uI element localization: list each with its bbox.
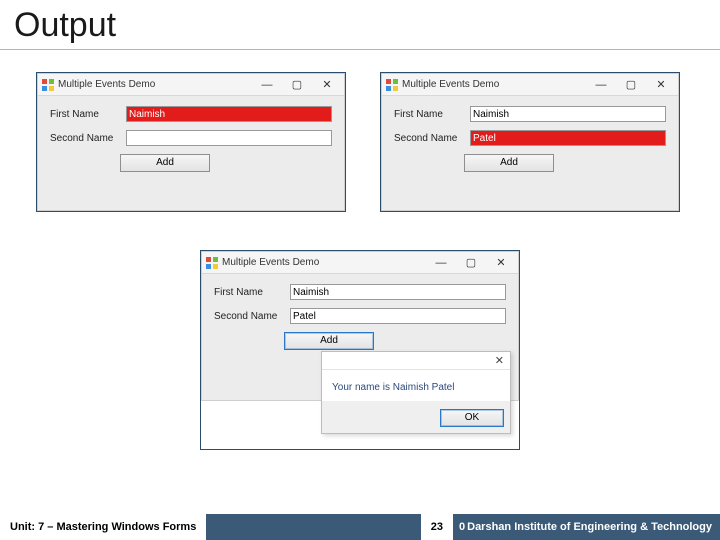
maximize-button[interactable]: ▢ (618, 78, 644, 91)
close-button[interactable]: ✕ (314, 78, 340, 91)
first-name-row: First Name Naimish (50, 106, 332, 122)
second-name-input[interactable]: Patel (290, 308, 506, 324)
close-icon[interactable]: ✕ (495, 354, 504, 367)
second-name-label: Second Name (394, 133, 464, 144)
window-title: Multiple Events Demo (58, 79, 250, 90)
add-button[interactable]: Add (120, 154, 210, 172)
titlebar: Multiple Events Demo — ▢ ✕ (202, 252, 518, 274)
form-body: First Name Naimish Second Name Add (38, 96, 344, 210)
second-name-input[interactable]: Patel (470, 130, 666, 146)
maximize-button[interactable]: ▢ (284, 78, 310, 91)
first-name-label: First Name (214, 287, 284, 298)
screenshots-area: Multiple Events Demo — ▢ ✕ First Name Na… (0, 50, 720, 490)
footer-zero: 0 (459, 521, 465, 533)
first-name-row: First Name Naimish (214, 284, 506, 300)
window-title: Multiple Events Demo (222, 257, 424, 268)
minimize-button[interactable]: — (254, 79, 280, 91)
messagebox-footer: OK (322, 401, 510, 433)
window-title: Multiple Events Demo (402, 79, 584, 90)
first-name-row: First Name Naimish (394, 106, 666, 122)
screenshot-1: Multiple Events Demo — ▢ ✕ First Name Na… (36, 72, 346, 212)
add-button[interactable]: Add (284, 332, 374, 350)
titlebar: Multiple Events Demo — ▢ ✕ (38, 74, 344, 96)
messagebox: ✕ Your name is Naimish Patel OK (321, 351, 511, 434)
first-name-input[interactable]: Naimish (290, 284, 506, 300)
messagebox-text: Your name is Naimish Patel (322, 370, 510, 401)
winforms-app-icon (206, 257, 218, 269)
footer-page-number: 23 (421, 514, 453, 540)
close-button[interactable]: ✕ (488, 256, 514, 269)
second-name-row: Second Name (50, 130, 332, 146)
first-name-input[interactable]: Naimish (126, 106, 332, 122)
screenshot-3: Multiple Events Demo — ▢ ✕ First Name Na… (200, 250, 520, 450)
second-name-label: Second Name (214, 311, 284, 322)
messagebox-titlebar: ✕ (322, 352, 510, 370)
minimize-button[interactable]: — (428, 257, 454, 269)
maximize-button[interactable]: ▢ (458, 256, 484, 269)
first-name-label: First Name (394, 109, 464, 120)
winforms-app-icon (386, 79, 398, 91)
footer-org: Darshan Institute of Engineering & Techn… (467, 521, 712, 533)
footer-unit: Unit: 7 – Mastering Windows Forms (0, 514, 206, 540)
ok-button[interactable]: OK (440, 409, 504, 427)
form-body: First Name Naimish Second Name Patel Add (382, 96, 678, 210)
second-name-input[interactable] (126, 130, 332, 146)
second-name-row: Second Name Patel (214, 308, 506, 324)
winforms-app-icon (42, 79, 54, 91)
window-1: Multiple Events Demo — ▢ ✕ First Name Na… (37, 73, 345, 211)
titlebar: Multiple Events Demo — ▢ ✕ (382, 74, 678, 96)
slide-title: Output (0, 0, 720, 50)
screenshot-2: Multiple Events Demo — ▢ ✕ First Name Na… (380, 72, 680, 212)
minimize-button[interactable]: — (588, 79, 614, 91)
first-name-input[interactable]: Naimish (470, 106, 666, 122)
slide-footer: Unit: 7 – Mastering Windows Forms 23 0 D… (0, 514, 720, 540)
second-name-label: Second Name (50, 133, 120, 144)
first-name-label: First Name (50, 109, 120, 120)
window-2: Multiple Events Demo — ▢ ✕ First Name Na… (381, 73, 679, 211)
second-name-row: Second Name Patel (394, 130, 666, 146)
close-button[interactable]: ✕ (648, 78, 674, 91)
add-button[interactable]: Add (464, 154, 554, 172)
